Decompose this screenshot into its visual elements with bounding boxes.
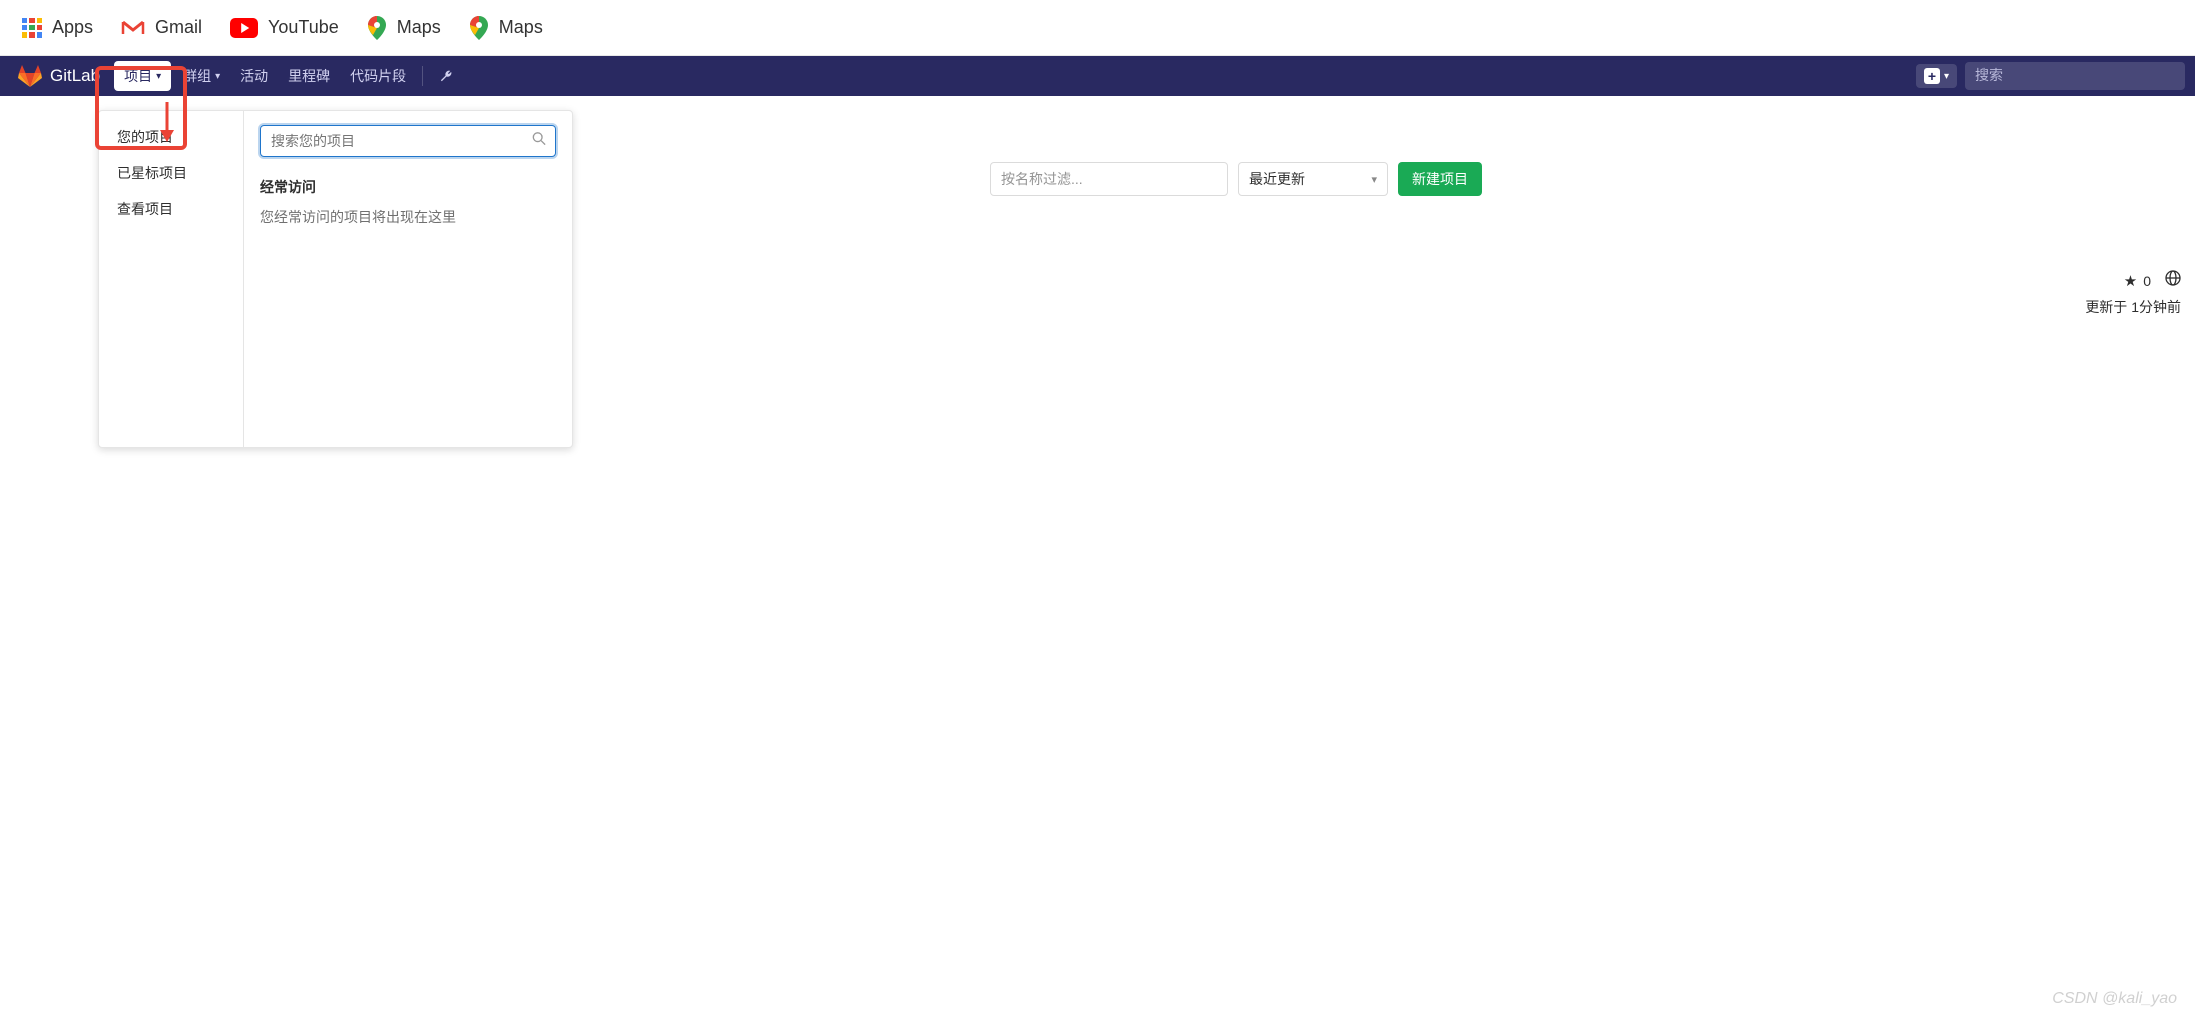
bookmark-apps[interactable]: Apps <box>8 11 107 44</box>
youtube-icon <box>230 18 258 38</box>
nav-admin-wrench[interactable] <box>429 63 464 90</box>
project-meta-row: ★ 0 <box>2085 270 2181 291</box>
bookmark-youtube-label: YouTube <box>268 17 339 38</box>
project-meta: ★ 0 更新于 1分钟前 <box>2085 270 2181 317</box>
dropdown-search-input[interactable] <box>260 125 556 157</box>
bookmark-gmail[interactable]: Gmail <box>107 11 216 44</box>
bookmarks-bar: Apps Gmail YouTube Maps Maps <box>0 0 2195 56</box>
new-project-button[interactable]: 新建项目 <box>1398 162 1482 196</box>
dropdown-main: 经常访问 您经常访问的项目将出现在这里 <box>244 111 572 447</box>
nav-snippets[interactable]: 代码片段 <box>340 60 416 92</box>
nav-divider <box>422 66 423 86</box>
star-icon: ★ <box>2124 272 2137 290</box>
bookmark-maps-2[interactable]: Maps <box>455 10 557 46</box>
sort-dropdown[interactable]: 最近更新 ▾ <box>1238 162 1388 196</box>
maps-pin-icon <box>367 16 387 40</box>
frequent-section-title: 经常访问 <box>260 177 556 197</box>
dropdown-your-projects[interactable]: 您的项目 <box>99 119 243 155</box>
bookmark-maps1-label: Maps <box>397 17 441 38</box>
projects-dropdown: 您的项目 已星标项目 查看项目 经常访问 您经常访问的项目将出现在这里 <box>98 110 573 448</box>
bookmark-gmail-label: Gmail <box>155 17 202 38</box>
nav-snippets-label: 代码片段 <box>350 66 406 86</box>
page-controls: 最近更新 ▾ 新建项目 <box>990 162 1482 196</box>
updated-text: 更新于 1分钟前 <box>2085 297 2181 317</box>
bookmark-apps-label: Apps <box>52 17 93 38</box>
chevron-down-icon: ▾ <box>1944 71 1949 82</box>
chevron-down-icon: ▾ <box>156 71 161 82</box>
brand-name: GitLab <box>50 66 100 86</box>
chevron-down-icon: ▾ <box>1371 173 1377 186</box>
nav-activity-label: 活动 <box>240 66 268 86</box>
gitlab-logo[interactable]: GitLab <box>10 65 108 87</box>
gitlab-icon <box>18 65 42 87</box>
star-count: 0 <box>2143 273 2151 289</box>
nav-groups[interactable]: 群组 ▾ <box>173 60 230 92</box>
global-search[interactable] <box>1965 62 2185 90</box>
nav-activity[interactable]: 活动 <box>230 60 278 92</box>
globe-icon <box>2165 270 2181 291</box>
gitlab-navbar: GitLab 项目 ▾ 群组 ▾ 活动 里程碑 代码片段 + ▾ <box>0 56 2195 96</box>
bookmark-maps-1[interactable]: Maps <box>353 10 455 46</box>
nav-items: 项目 ▾ 群组 ▾ 活动 里程碑 代码片段 <box>112 60 464 92</box>
nav-projects-label: 项目 <box>124 66 152 86</box>
nav-right: + ▾ <box>1916 62 2185 90</box>
apps-grid-icon <box>22 18 42 38</box>
nav-groups-label: 群组 <box>183 66 211 86</box>
bookmark-maps2-label: Maps <box>499 17 543 38</box>
filter-by-name-input[interactable] <box>990 162 1228 196</box>
gmail-icon <box>121 19 145 37</box>
bookmark-youtube[interactable]: YouTube <box>216 11 353 44</box>
sort-label: 最近更新 <box>1249 169 1305 189</box>
wrench-icon <box>439 69 454 84</box>
dropdown-sidebar: 您的项目 已星标项目 查看项目 <box>99 111 244 447</box>
maps-pin-icon <box>469 16 489 40</box>
dropdown-starred-projects[interactable]: 已星标项目 <box>99 155 243 191</box>
dropdown-view-projects[interactable]: 查看项目 <box>99 191 243 227</box>
search-icon <box>532 132 546 151</box>
new-dropdown-button[interactable]: + ▾ <box>1916 64 1957 88</box>
frequent-section-text: 您经常访问的项目将出现在这里 <box>260 207 556 227</box>
dropdown-search-wrap <box>260 125 556 157</box>
watermark: CSDN @kali_yao <box>2052 990 2177 1008</box>
nav-projects[interactable]: 项目 ▾ <box>114 61 171 91</box>
chevron-down-icon: ▾ <box>215 71 220 82</box>
nav-milestones[interactable]: 里程碑 <box>278 60 340 92</box>
plus-icon: + <box>1924 68 1940 84</box>
global-search-input[interactable] <box>1975 67 2175 83</box>
nav-milestones-label: 里程碑 <box>288 66 330 86</box>
